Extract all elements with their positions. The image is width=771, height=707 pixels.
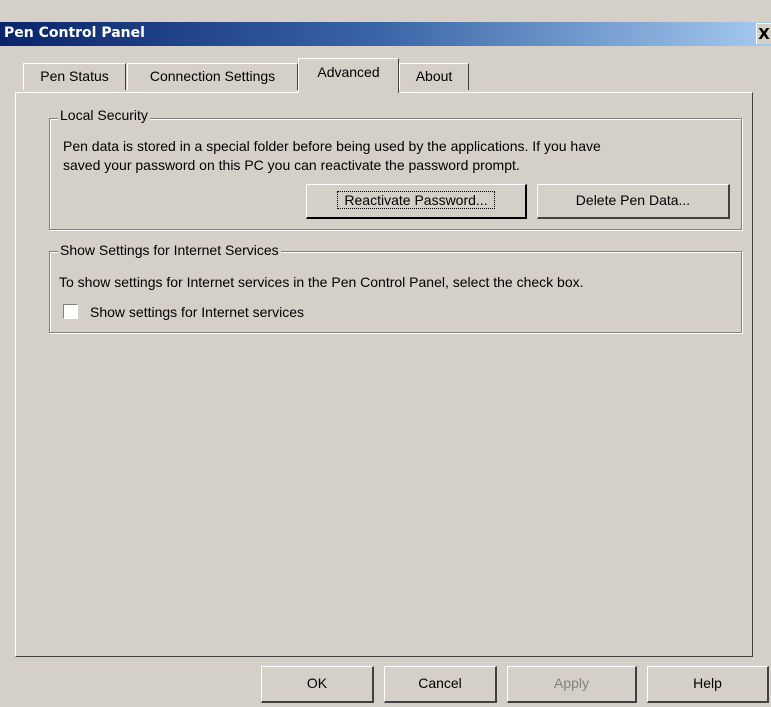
apply-button[interactable]: Apply [507, 666, 637, 703]
tab-label: Connection Settings [149, 68, 276, 84]
title-bar[interactable]: Pen Control Panel [0, 22, 771, 46]
cancel-button[interactable]: Cancel [384, 666, 497, 703]
tab-pen-status[interactable]: Pen Status [23, 63, 126, 90]
internet-services-description: To show settings for Internet services i… [59, 274, 584, 290]
internet-services-group [49, 251, 742, 333]
help-label: Help [693, 675, 722, 691]
show-internet-settings-checkbox[interactable] [63, 304, 78, 319]
internet-services-title: Show Settings for Internet Services [58, 242, 281, 258]
ok-label: OK [306, 675, 328, 691]
tab-advanced[interactable]: Advanced [298, 58, 399, 93]
delete-pen-data-button[interactable]: Delete Pen Data... [537, 184, 730, 219]
tab-label: Advanced [317, 64, 380, 80]
local-security-text-line2: saved your password on this PC you can r… [63, 157, 520, 173]
tab-label: About [415, 68, 453, 84]
close-button[interactable]: X [756, 23, 771, 44]
tab-about[interactable]: About [399, 63, 469, 90]
reactivate-password-label: Reactivate Password... [337, 191, 495, 209]
delete-pen-data-label: Delete Pen Data... [575, 192, 691, 208]
help-button[interactable]: Help [647, 666, 769, 703]
close-icon: X [758, 25, 770, 43]
local-security-title: Local Security [58, 107, 150, 123]
apply-label: Apply [553, 675, 590, 691]
reactivate-password-button[interactable]: Reactivate Password... [306, 184, 527, 219]
tab-label: Pen Status [40, 68, 109, 84]
window-title: Pen Control Panel [4, 25, 145, 41]
cancel-label: Cancel [418, 675, 462, 691]
tab-connection-settings[interactable]: Connection Settings [127, 63, 298, 90]
ok-button[interactable]: OK [261, 666, 374, 703]
show-internet-settings-label[interactable]: Show settings for Internet services [90, 304, 304, 320]
local-security-text-line1: Pen data is stored in a special folder b… [63, 138, 601, 154]
